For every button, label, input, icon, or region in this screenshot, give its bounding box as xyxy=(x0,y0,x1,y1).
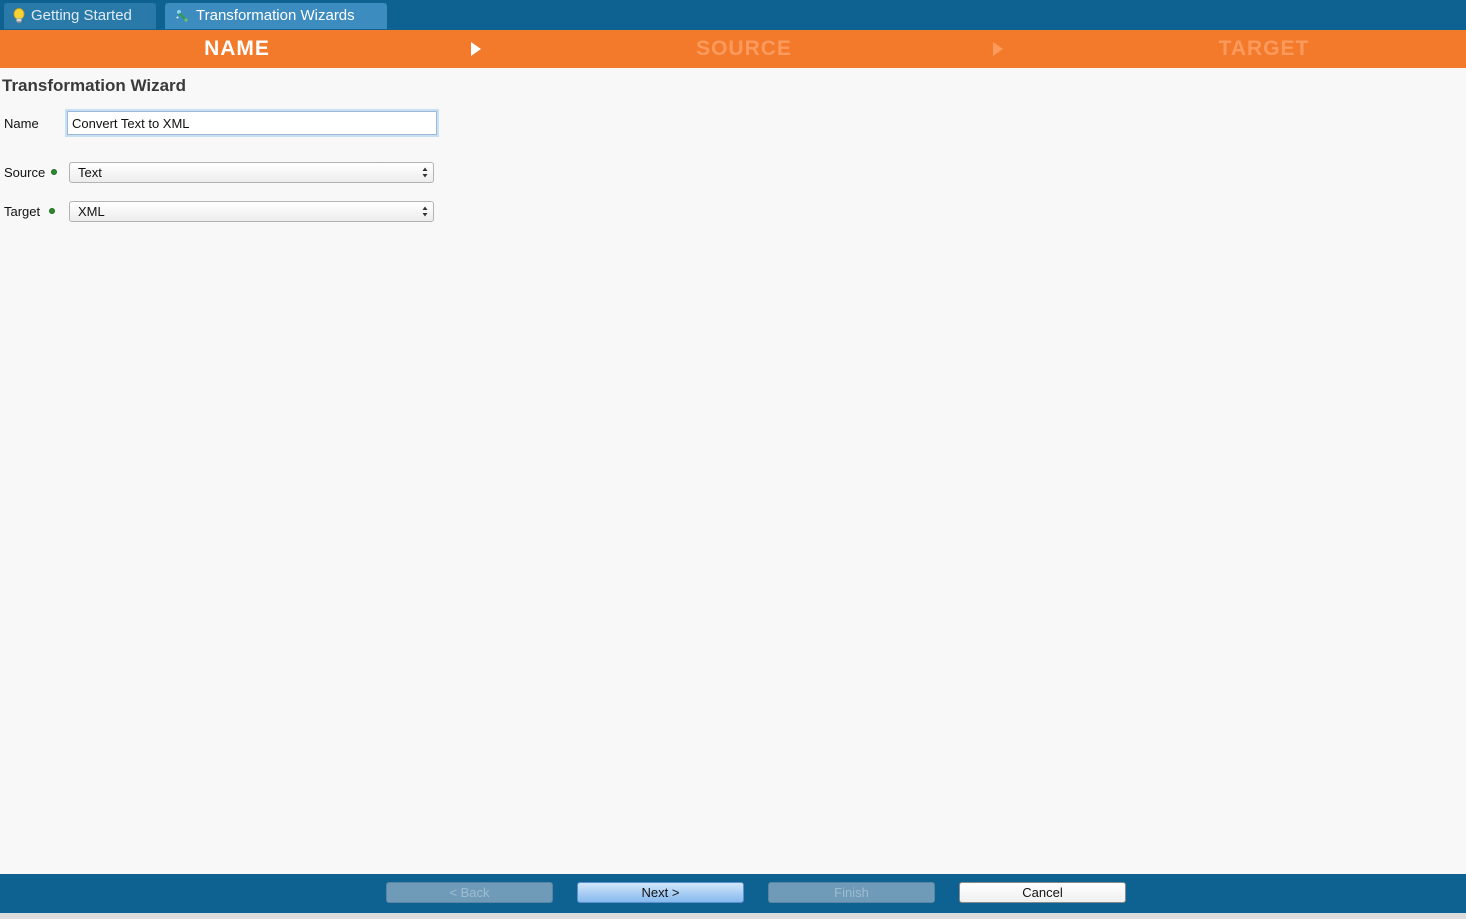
step-target: TARGET xyxy=(1218,37,1310,60)
name-input[interactable] xyxy=(67,111,437,135)
editor-tab-bar: Getting Started Transformation Wizards xyxy=(0,0,1466,30)
select-arrows-icon xyxy=(422,167,428,178)
tab-transformation-wizards-label: Transformation Wizards xyxy=(196,7,355,24)
window-bottom-edge xyxy=(0,913,1466,919)
source-label: Source xyxy=(4,165,46,180)
name-label: Name xyxy=(4,116,39,131)
wizard-step-bar: NAME SOURCE TARGET xyxy=(0,30,1466,68)
select-arrows-icon xyxy=(422,206,428,217)
next-button[interactable]: Next > xyxy=(577,882,744,903)
target-select-value: XML xyxy=(78,204,105,219)
required-indicator-icon xyxy=(51,169,57,175)
finish-button[interactable]: Finish xyxy=(768,882,935,903)
required-indicator-icon xyxy=(49,208,55,214)
step-source: SOURCE xyxy=(696,37,792,60)
lightbulb-icon xyxy=(13,8,25,24)
target-select[interactable]: XML xyxy=(69,201,434,222)
target-label: Target xyxy=(4,204,41,219)
wizard-icon xyxy=(176,9,188,22)
tab-transformation-wizards[interactable]: Transformation Wizards xyxy=(165,3,387,29)
source-select-value: Text xyxy=(78,165,102,180)
tab-getting-started[interactable]: Getting Started xyxy=(4,3,156,29)
page-title: Transformation Wizard xyxy=(2,76,187,95)
step-arrow-icon xyxy=(471,42,481,56)
step-arrow-icon xyxy=(993,42,1003,56)
source-select[interactable]: Text xyxy=(69,162,434,183)
cancel-button[interactable]: Cancel xyxy=(959,882,1126,903)
step-name: NAME xyxy=(204,37,270,60)
back-button[interactable]: < Back xyxy=(386,882,553,903)
tab-getting-started-label: Getting Started xyxy=(31,7,132,24)
